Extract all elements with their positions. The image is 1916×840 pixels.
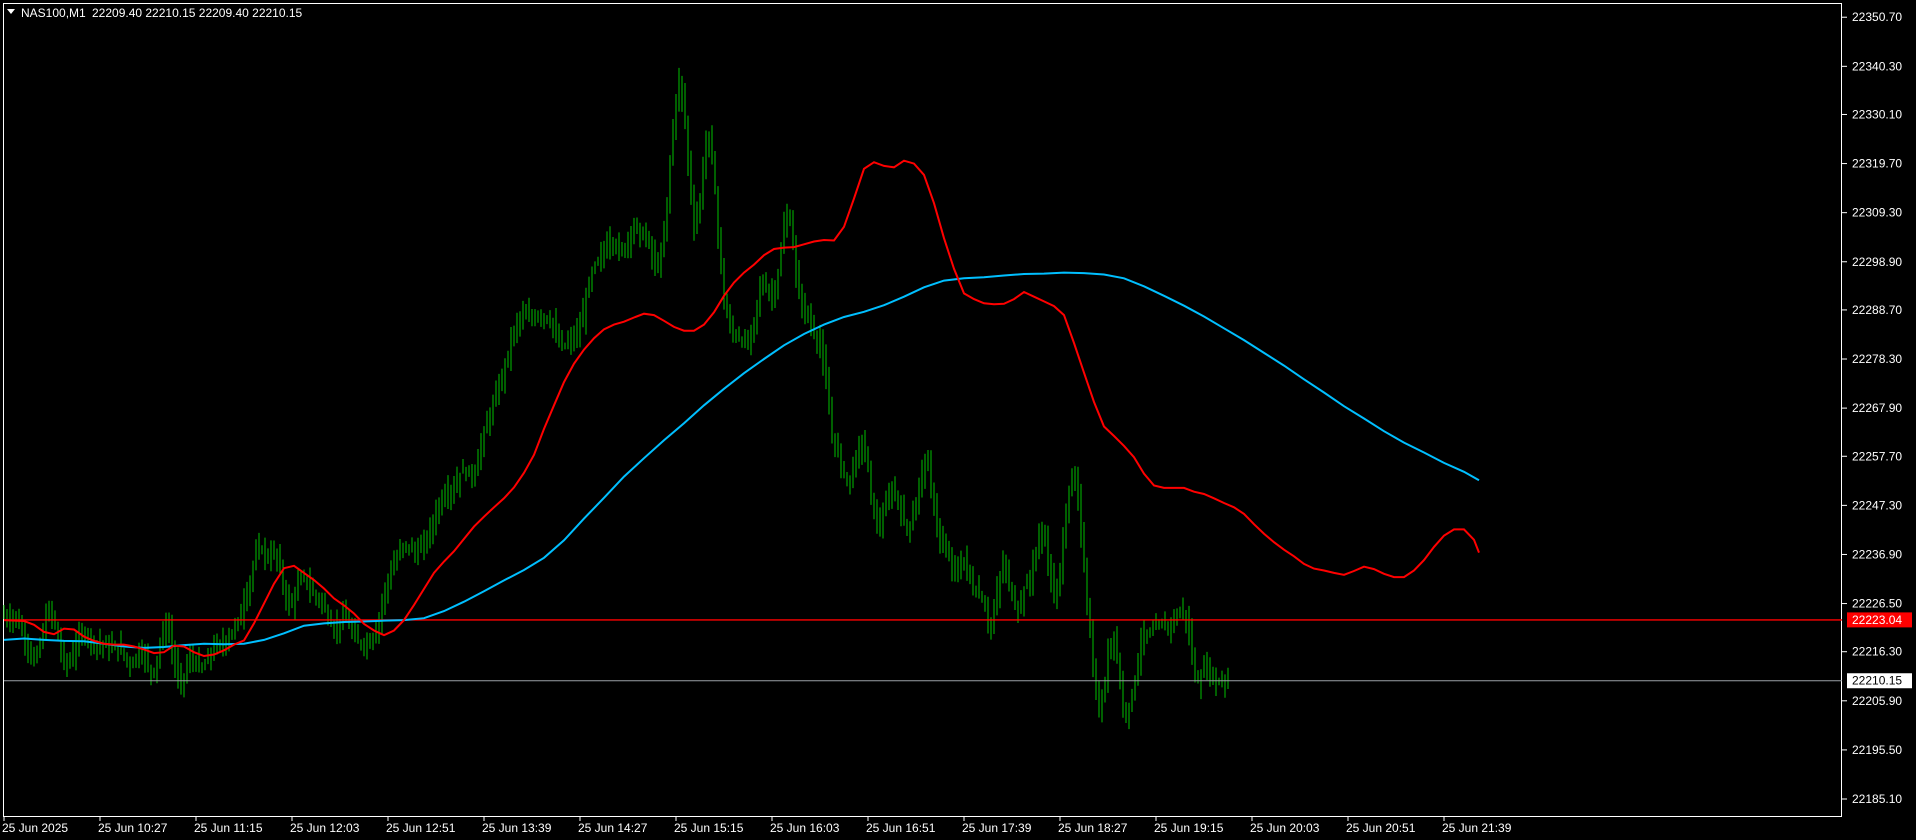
x-tick-label: 25 Jun 20:51	[1346, 821, 1416, 835]
y-tick-label: 22185.10	[1852, 792, 1902, 806]
x-tick-label: 25 Jun 16:03	[770, 821, 840, 835]
level-price-label: 22223.04	[1852, 613, 1902, 627]
x-tick-label: 25 Jun 18:27	[1058, 821, 1128, 835]
y-tick-label: 22298.90	[1852, 255, 1902, 269]
x-tick-label: 25 Jun 17:39	[962, 821, 1032, 835]
y-tick-label: 22330.10	[1852, 107, 1902, 121]
x-tick-label: 25 Jun 2025	[2, 821, 68, 835]
y-tick-label: 22247.30	[1852, 498, 1902, 512]
y-tick-label: 22216.30	[1852, 645, 1902, 659]
y-tick-label: 22205.90	[1852, 694, 1902, 708]
level-price-tag: 22223.04	[1847, 612, 1912, 628]
x-tick-label: 25 Jun 20:03	[1250, 821, 1320, 835]
ohlc-values: 22209.40 22210.15 22209.40 22210.15	[92, 6, 303, 20]
x-tick-label: 25 Jun 21:39	[1442, 821, 1512, 835]
y-tick-label: 22319.70	[1852, 157, 1902, 171]
x-tick-label: 25 Jun 15:15	[674, 821, 744, 835]
bid-price-label: 22210.15	[1852, 674, 1902, 688]
y-tick-label: 22340.30	[1852, 59, 1902, 73]
y-tick-label: 22226.50	[1852, 597, 1902, 611]
x-tick-label: 25 Jun 19:15	[1154, 821, 1224, 835]
price-chart[interactable]: 22350.70 22340.30 22330.10 22319.70 22309.30…	[0, 0, 1916, 840]
chart-header: NAS100,M1 22209.40 22210.15 22209.40 222…	[7, 6, 303, 20]
y-tick-label: 22288.70	[1852, 303, 1902, 317]
y-tick-label: 22195.50	[1852, 743, 1902, 757]
y-tick-label: 22257.70	[1852, 449, 1902, 463]
y-tick-label: 22350.70	[1852, 10, 1902, 24]
x-tick-label: 25 Jun 16:51	[866, 821, 936, 835]
x-tick-label: 25 Jun 14:27	[578, 821, 648, 835]
y-tick-label: 22309.30	[1852, 206, 1902, 220]
symbol-label: NAS100,M1	[21, 6, 86, 20]
x-tick-label: 25 Jun 13:39	[482, 821, 552, 835]
x-tick-label: 25 Jun 12:51	[386, 821, 456, 835]
x-tick-label: 25 Jun 12:03	[290, 821, 360, 835]
x-tick-label: 25 Jun 11:15	[194, 821, 263, 835]
y-tick-label: 22278.30	[1852, 352, 1902, 366]
y-tick-label: 22236.90	[1852, 547, 1902, 561]
x-tick-label: 25 Jun 10:27	[98, 821, 168, 835]
chart-background	[0, 0, 1916, 840]
bid-price-tag: 22210.15	[1847, 673, 1912, 689]
y-tick-label: 22267.90	[1852, 401, 1902, 415]
